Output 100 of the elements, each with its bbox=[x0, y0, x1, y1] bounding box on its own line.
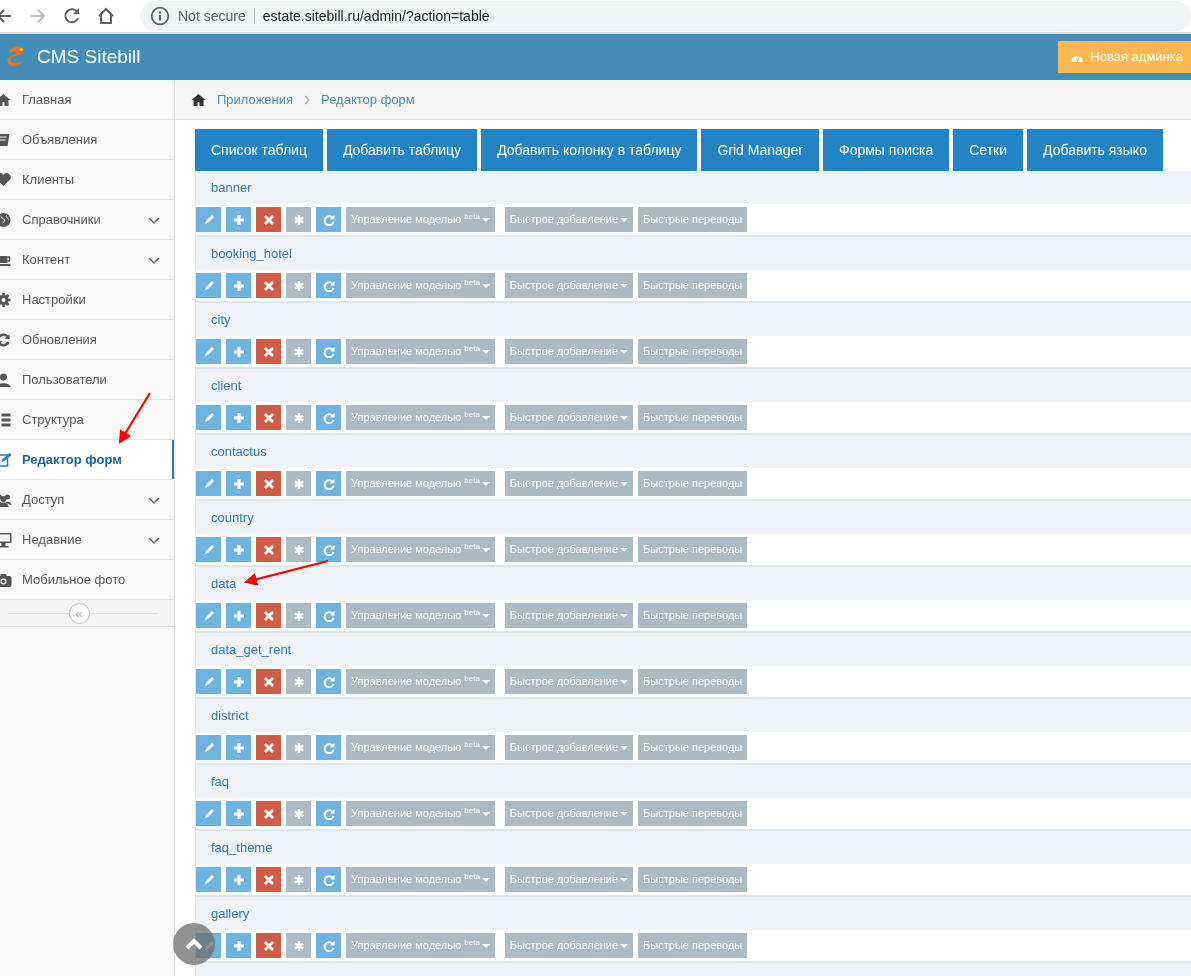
quick-add-dropdown-button[interactable]: Быстрое добавление bbox=[504, 933, 634, 958]
delete-button[interactable] bbox=[256, 933, 281, 958]
quick-add-dropdown-button[interactable]: Быстрое добавление bbox=[504, 405, 634, 430]
quick-translations-button[interactable]: Быстрые переводы bbox=[638, 801, 748, 826]
quick-translations-button[interactable]: Быстрые переводы bbox=[638, 603, 748, 628]
asterisk-button[interactable] bbox=[286, 801, 311, 826]
asterisk-button[interactable] bbox=[286, 339, 311, 364]
asterisk-button[interactable] bbox=[286, 405, 311, 430]
add-button[interactable] bbox=[226, 669, 251, 694]
refresh-button[interactable] bbox=[316, 867, 341, 892]
quick-add-dropdown-button[interactable]: Быстрое добавление bbox=[504, 471, 634, 496]
edit-button[interactable] bbox=[196, 537, 221, 562]
table-name-link[interactable]: banner bbox=[211, 177, 252, 198]
breadcrumb-link[interactable]: Приложения bbox=[217, 89, 294, 110]
table-name-link[interactable]: contactus bbox=[211, 441, 267, 462]
add-button[interactable] bbox=[226, 405, 251, 430]
toolbar-button[interactable]: Добавить таблицу bbox=[326, 129, 478, 171]
table-name-link[interactable]: city bbox=[211, 309, 231, 330]
toolbar-button[interactable]: Список таблиц bbox=[195, 129, 323, 171]
refresh-button[interactable] bbox=[316, 207, 341, 232]
asterisk-button[interactable] bbox=[286, 537, 311, 562]
sidebar-item[interactable]: Редактор форм bbox=[0, 440, 174, 480]
asterisk-button[interactable] bbox=[286, 273, 311, 298]
table-name-link[interactable]: data_get_rent bbox=[211, 639, 292, 660]
model-dropdown-button[interactable]: Управление моделью $^{beta}$ bbox=[346, 339, 495, 364]
add-button[interactable] bbox=[226, 801, 251, 826]
refresh-button[interactable] bbox=[316, 405, 341, 430]
quick-add-dropdown-button[interactable]: Быстрое добавление bbox=[504, 603, 634, 628]
quick-add-dropdown-button[interactable]: Быстрое добавление bbox=[504, 867, 634, 892]
asterisk-button[interactable] bbox=[286, 207, 311, 232]
delete-button[interactable] bbox=[256, 735, 281, 760]
refresh-button[interactable] bbox=[316, 735, 341, 760]
quick-translations-button[interactable]: Быстрые переводы bbox=[638, 537, 748, 562]
refresh-button[interactable] bbox=[316, 801, 341, 826]
delete-button[interactable] bbox=[256, 405, 281, 430]
add-button[interactable] bbox=[226, 867, 251, 892]
asterisk-button[interactable] bbox=[286, 735, 311, 760]
toolbar-button[interactable]: Формы поиска bbox=[823, 129, 950, 171]
edit-button[interactable] bbox=[196, 471, 221, 496]
home-icon[interactable] bbox=[96, 6, 116, 26]
model-dropdown-button[interactable]: Управление моделью $^{beta}$ bbox=[346, 603, 495, 628]
table-name-link[interactable]: client bbox=[211, 375, 242, 396]
delete-button[interactable] bbox=[256, 603, 281, 628]
toolbar-button[interactable]: Сетки bbox=[953, 129, 1024, 171]
asterisk-button[interactable] bbox=[286, 933, 311, 958]
edit-button[interactable] bbox=[196, 339, 221, 364]
table-name-link[interactable]: faq_theme bbox=[211, 837, 273, 858]
quick-translations-button[interactable]: Быстрые переводы bbox=[638, 669, 748, 694]
edit-button[interactable] bbox=[196, 867, 221, 892]
table-name-link[interactable]: data bbox=[211, 573, 237, 594]
table-name-link[interactable]: faq bbox=[211, 771, 230, 792]
quick-add-dropdown-button[interactable]: Быстрое добавление bbox=[504, 735, 634, 760]
delete-button[interactable] bbox=[256, 339, 281, 364]
table-name-link[interactable]: country bbox=[211, 507, 254, 528]
quick-translations-button[interactable]: Быстрые переводы bbox=[638, 735, 748, 760]
collapse-button[interactable]: « bbox=[68, 602, 90, 624]
quick-translations-button[interactable]: Быстрые переводы bbox=[638, 339, 748, 364]
edit-button[interactable] bbox=[196, 603, 221, 628]
quick-translations-button[interactable]: Быстрые переводы bbox=[638, 933, 748, 958]
model-dropdown-button[interactable]: Управление моделью $^{beta}$ bbox=[346, 669, 495, 694]
add-button[interactable] bbox=[226, 603, 251, 628]
add-button[interactable] bbox=[226, 471, 251, 496]
add-button[interactable] bbox=[226, 207, 251, 232]
delete-button[interactable] bbox=[256, 669, 281, 694]
new-admin-button[interactable]: Новая админка bbox=[1058, 41, 1191, 73]
model-dropdown-button[interactable]: Управление моделью $^{beta}$ bbox=[346, 273, 495, 298]
refresh-button[interactable] bbox=[316, 273, 341, 298]
address-bar[interactable]: Not secure estate.sitebill.ru/admin/?action=table bbox=[140, 1, 1191, 31]
refresh-button[interactable] bbox=[316, 603, 341, 628]
model-dropdown-button[interactable]: Управление моделью $^{beta}$ bbox=[346, 537, 495, 562]
home-icon[interactable] bbox=[190, 91, 207, 108]
edit-button[interactable] bbox=[196, 273, 221, 298]
toolbar-button[interactable]: Добавить колонку в таблицу bbox=[481, 129, 698, 171]
model-dropdown-button[interactable]: Управление моделью $^{beta}$ bbox=[346, 867, 495, 892]
quick-add-dropdown-button[interactable]: Быстрое добавление bbox=[504, 537, 634, 562]
model-dropdown-button[interactable]: Управление моделью $^{beta}$ bbox=[346, 933, 495, 958]
model-dropdown-button[interactable]: Управление моделью $^{beta}$ bbox=[346, 471, 495, 496]
model-dropdown-button[interactable]: Управление моделью $^{beta}$ bbox=[346, 207, 495, 232]
asterisk-button[interactable] bbox=[286, 867, 311, 892]
edit-button[interactable] bbox=[196, 207, 221, 232]
asterisk-button[interactable] bbox=[286, 603, 311, 628]
breadcrumb-link[interactable]: Редактор форм bbox=[321, 89, 415, 110]
model-dropdown-button[interactable]: Управление моделью $^{beta}$ bbox=[346, 801, 495, 826]
quick-translations-button[interactable]: Быстрые переводы bbox=[638, 405, 748, 430]
delete-button[interactable] bbox=[256, 207, 281, 232]
asterisk-button[interactable] bbox=[286, 471, 311, 496]
model-dropdown-button[interactable]: Управление моделью $^{beta}$ bbox=[346, 735, 495, 760]
delete-button[interactable] bbox=[256, 537, 281, 562]
toolbar-button[interactable]: Grid Manager bbox=[701, 129, 820, 171]
quick-add-dropdown-button[interactable]: Быстрое добавление bbox=[504, 801, 634, 826]
delete-button[interactable] bbox=[256, 867, 281, 892]
quick-translations-button[interactable]: Быстрые переводы bbox=[638, 867, 748, 892]
add-button[interactable] bbox=[226, 339, 251, 364]
quick-add-dropdown-button[interactable]: Быстрое добавление bbox=[504, 669, 634, 694]
edit-button[interactable] bbox=[196, 801, 221, 826]
refresh-button[interactable] bbox=[316, 537, 341, 562]
edit-button[interactable] bbox=[196, 735, 221, 760]
refresh-button[interactable] bbox=[316, 471, 341, 496]
quick-add-dropdown-button[interactable]: Быстрое добавление bbox=[504, 207, 634, 232]
quick-translations-button[interactable]: Быстрые переводы bbox=[638, 273, 748, 298]
